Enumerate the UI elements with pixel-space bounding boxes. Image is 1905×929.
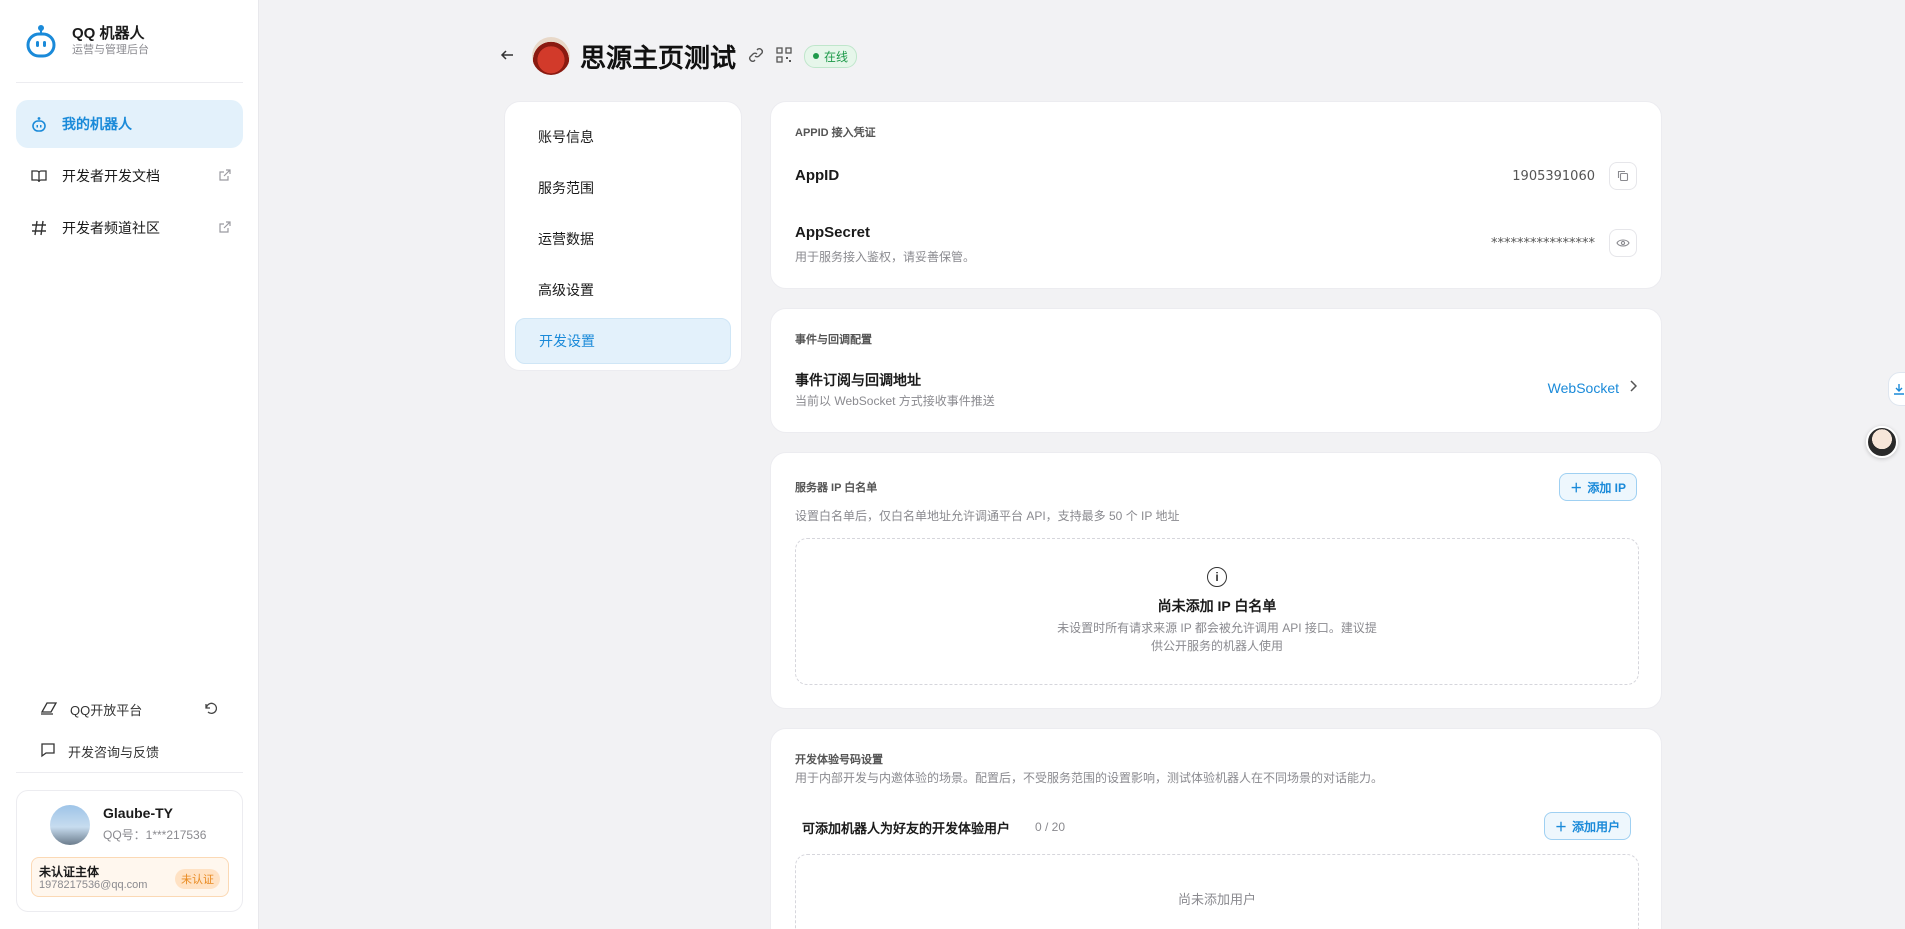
dev-feedback-link[interactable]: 开发咨询与反馈	[16, 730, 243, 772]
sidebar-item-label: 开发者开发文档	[62, 168, 160, 184]
user-qq: QQ号：1***217536	[103, 828, 207, 842]
sidebar-item-my-robots[interactable]: 我的机器人	[16, 100, 243, 148]
qq-open-platform-link[interactable]: QQ开放平台	[16, 688, 243, 730]
testers-empty-state: 尚未添加用户	[795, 854, 1639, 929]
info-icon: i	[1207, 567, 1227, 587]
online-dot-icon	[813, 53, 820, 59]
cert-email: 1978217536@qq.com	[39, 879, 148, 891]
certification-box[interactable]: 未认证主体 1978217536@qq.com 未认证	[31, 857, 229, 897]
user-card[interactable]: Glaube-TY QQ号：1***217536 未认证主体 197821753…	[16, 790, 243, 912]
download-icon[interactable]	[1888, 372, 1905, 406]
ip-whitelist-card: 服务器 IP 白名单 设置白名单后，仅白名单地址允许调通平台 API，支持最多 …	[770, 452, 1662, 709]
appsecret-title: AppSecret	[795, 224, 871, 241]
sidebar-item-label: 我的机器人	[62, 116, 132, 132]
testers-count: 0 / 20	[1035, 820, 1066, 834]
add-user-label: 添加用户	[1571, 819, 1620, 834]
copy-icon[interactable]	[1609, 162, 1637, 190]
robot-icon	[30, 115, 48, 133]
events-config-link[interactable]: WebSocket	[1547, 379, 1638, 397]
divider	[16, 772, 243, 773]
refresh-icon[interactable]	[203, 701, 218, 718]
platform-icon	[40, 700, 58, 719]
credentials-card: APPID 接入凭证 AppID 1905391060 AppSecret 用于…	[770, 101, 1662, 289]
assistant-avatar[interactable]	[1866, 426, 1898, 458]
empty-desc: 未设置时所有请求来源 IP 都会被允许调用 API 接口。建议提供公开服务的机器…	[1057, 621, 1377, 653]
book-icon	[30, 167, 48, 185]
testers-empty: 尚未添加用户	[1177, 892, 1256, 907]
status-badge: 未认证	[175, 869, 220, 889]
section-label: APPID 接入凭证	[795, 127, 876, 139]
appid-title: AppID	[795, 167, 840, 184]
sidebar-item-label: 开发者频道社区	[62, 220, 160, 236]
appsecret-value: ****************	[1491, 236, 1595, 251]
sidebar-item-dev-docs[interactable]: 开发者开发文档	[16, 152, 243, 200]
user-name: Glaube-TY	[103, 805, 174, 821]
hash-icon	[30, 219, 48, 237]
eye-icon[interactable]	[1609, 229, 1637, 257]
qrcode-icon[interactable]	[776, 46, 792, 66]
bottom-link-label: QQ开放平台	[70, 702, 143, 718]
brand-subtitle: 运营与管理后台	[72, 44, 149, 56]
empty-title: 尚未添加 IP 白名单	[1157, 598, 1277, 614]
brand-title: QQ 机器人	[72, 25, 145, 42]
whitelist-empty-state: i 尚未添加 IP 白名单 未设置时所有请求来源 IP 都会被允许调用 API …	[795, 538, 1639, 685]
testers-desc: 用于内部开发与内邀体验的场景。配置后，不受服务范围的设置影响，测试体验机器人在不…	[795, 771, 1384, 785]
avatar	[50, 805, 90, 845]
sidebar-item-dev-community[interactable]: 开发者频道社区	[16, 204, 243, 252]
tab-account-info[interactable]: 账号信息	[515, 114, 731, 160]
robot-logo-icon	[26, 25, 56, 58]
bottom-links: QQ开放平台 开发咨询与反馈	[16, 688, 243, 772]
cert-title: 未认证主体	[39, 865, 100, 879]
page-title: 思源主页测试	[580, 42, 737, 73]
external-link-icon	[219, 168, 231, 184]
testers-card: 开发体验号码设置 用于内部开发与内邀体验的场景。配置后，不受服务范围的设置影响，…	[770, 728, 1662, 929]
tab-dev-settings[interactable]: 开发设置	[515, 318, 731, 364]
section-label: 服务器 IP 白名单	[795, 482, 878, 494]
section-label: 事件与回调配置	[795, 334, 872, 346]
tab-operation-data[interactable]: 运营数据	[515, 216, 731, 262]
sidebar-nav: 我的机器人 开发者开发文档 开发者频道社区	[16, 100, 243, 256]
tab-service-scope[interactable]: 服务范围	[515, 165, 731, 211]
events-card: 事件与回调配置 事件订阅与回调地址 当前以 WebSocket 方式接收事件推送…	[770, 308, 1662, 433]
events-value: WebSocket	[1547, 380, 1619, 396]
page-header: 思源主页测试 在线	[500, 36, 858, 76]
bottom-link-label: 开发咨询与反馈	[68, 744, 160, 760]
whitelist-desc: 设置白名单后，仅白名单地址允许调通平台 API，支持最多 50 个 IP 地址	[795, 509, 1180, 523]
bot-avatar	[532, 37, 570, 75]
status-text: 在线	[824, 49, 849, 64]
plus-icon: ＋	[1554, 819, 1567, 834]
add-ip-label: 添加 IP	[1587, 480, 1626, 495]
appid-value: 1905391060	[1512, 169, 1595, 184]
plus-icon: ＋	[1570, 480, 1583, 495]
add-ip-button[interactable]: ＋ 添加 IP	[1559, 473, 1637, 501]
back-arrow-icon[interactable]	[500, 46, 520, 67]
external-link-icon	[219, 220, 231, 236]
chat-icon	[40, 742, 56, 761]
testers-subtitle: 可添加机器人为好友的开发体验用户	[802, 821, 1011, 836]
divider	[16, 82, 243, 83]
link-icon[interactable]	[748, 47, 764, 66]
status-badge: 在线	[804, 44, 858, 68]
section-label: 开发体验号码设置	[795, 754, 883, 766]
events-desc: 当前以 WebSocket 方式接收事件推送	[795, 394, 995, 408]
add-user-button[interactable]: ＋ 添加用户	[1543, 812, 1631, 840]
brand[interactable]: QQ 机器人 运营与管理后台	[24, 24, 149, 58]
events-title: 事件订阅与回调地址	[795, 372, 921, 388]
tab-advanced-settings[interactable]: 高级设置	[515, 267, 731, 313]
appsecret-desc: 用于服务接入鉴权，请妥善保管。	[795, 250, 976, 264]
chevron-right-icon	[1629, 379, 1638, 397]
sidebar: QQ 机器人 运营与管理后台 我的机器人 开发者开发文档 开发者频道社区 QQ开…	[0, 0, 259, 929]
settings-tabs: 账号信息 服务范围 运营数据 高级设置 开发设置	[504, 101, 742, 371]
